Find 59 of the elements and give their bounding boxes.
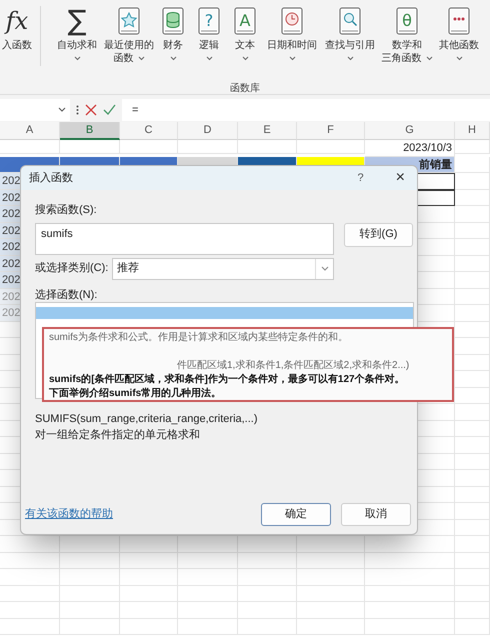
more-options-icon[interactable] xyxy=(76,104,79,114)
formula-field[interactable]: = xyxy=(122,98,490,120)
help-button[interactable]: ? xyxy=(358,170,364,186)
column-header[interactable]: B xyxy=(60,122,120,140)
ribbon-label[interactable]: 函数 xyxy=(114,52,134,65)
column-header[interactable]: D xyxy=(178,122,238,140)
annotation-text: sumifs为条件求和公式。作用是计算求和区域内某些特定条件的和。 xyxy=(49,330,348,344)
ribbon-label[interactable]: 逻辑 xyxy=(199,39,219,52)
ok-button[interactable]: 确定 xyxy=(261,503,331,526)
function-syntax: SUMIFS(sum_range,criteria_range,criteria,...) xyxy=(35,412,258,426)
book-dots-icon[interactable] xyxy=(446,6,472,36)
book-search-icon[interactable] xyxy=(337,6,363,36)
ribbon-label[interactable]: 数学和 xyxy=(392,39,422,52)
annotation-text: 件匹配区域1,求和条件1,条件匹配区域2,求和条件2...) xyxy=(176,358,410,372)
ribbon-label[interactable]: 三角函数 xyxy=(382,52,422,65)
insert-function-icon[interactable]: fx xyxy=(6,6,28,36)
ribbon-label[interactable]: 自动求和 xyxy=(57,39,97,52)
caret-icon[interactable] xyxy=(456,56,462,61)
book-coins-icon[interactable] xyxy=(160,6,186,36)
column-header[interactable]: H xyxy=(455,122,490,140)
ribbon-label[interactable]: 其他函数 xyxy=(439,39,479,52)
annotation-text: 下面举例介绍sumifs常用的几种用法。 xyxy=(49,386,222,400)
category-dropdown[interactable]: 推荐 xyxy=(112,258,334,280)
caret-icon[interactable] xyxy=(170,56,176,61)
column-header[interactable]: C xyxy=(120,122,178,140)
column-header[interactable]: E xyxy=(238,122,297,140)
ribbon-label[interactable]: 财务 xyxy=(163,39,183,52)
ribbon-label[interactable]: 入函数 xyxy=(2,39,32,52)
caret-icon[interactable] xyxy=(426,56,432,61)
ribbon-label[interactable]: 查找与引用 xyxy=(325,39,375,52)
ribbon-label[interactable]: 最近使用的 xyxy=(104,39,154,52)
caret-icon[interactable] xyxy=(138,56,144,61)
caret-icon[interactable] xyxy=(58,106,66,112)
go-button[interactable]: 转到(G) xyxy=(344,222,413,246)
ribbon-label[interactable]: 文本 xyxy=(235,39,255,52)
cancel-icon[interactable] xyxy=(85,104,97,116)
caret-icon[interactable] xyxy=(74,56,80,61)
column-header[interactable]: F xyxy=(297,122,365,140)
function-description: 对一组给定条件指定的单元格求和 xyxy=(35,428,200,442)
sum-icon[interactable]: ∑ xyxy=(68,6,86,36)
search-field[interactable]: sumifs xyxy=(35,222,334,254)
help-link[interactable]: 有关该函数的帮助 xyxy=(25,506,251,523)
caret-icon[interactable] xyxy=(206,56,212,61)
annotation-text: sumifs的[条件匹配区域，求和条件]作为一个条件对，最多可以有127个条件对。 xyxy=(49,372,405,386)
caret-icon[interactable] xyxy=(242,56,248,61)
close-button[interactable]: × xyxy=(396,170,405,186)
caret-icon[interactable] xyxy=(288,56,296,61)
caret-icon[interactable] xyxy=(346,56,354,61)
book-clock-icon[interactable] xyxy=(279,6,305,36)
book-letter-icon[interactable]: ? xyxy=(196,6,222,36)
column-header[interactable]: A xyxy=(0,122,60,140)
ribbon-label[interactable]: 日期和时间 xyxy=(267,39,317,52)
book-letter-icon[interactable]: A xyxy=(232,6,258,36)
caret-icon xyxy=(320,266,328,272)
group-label: 函数库 xyxy=(229,82,261,96)
cancel-button[interactable]: 取消 xyxy=(341,503,411,526)
check-icon[interactable] xyxy=(103,104,116,115)
column-header[interactable]: G xyxy=(365,122,455,140)
book-letter-icon[interactable]: θ xyxy=(394,6,420,36)
